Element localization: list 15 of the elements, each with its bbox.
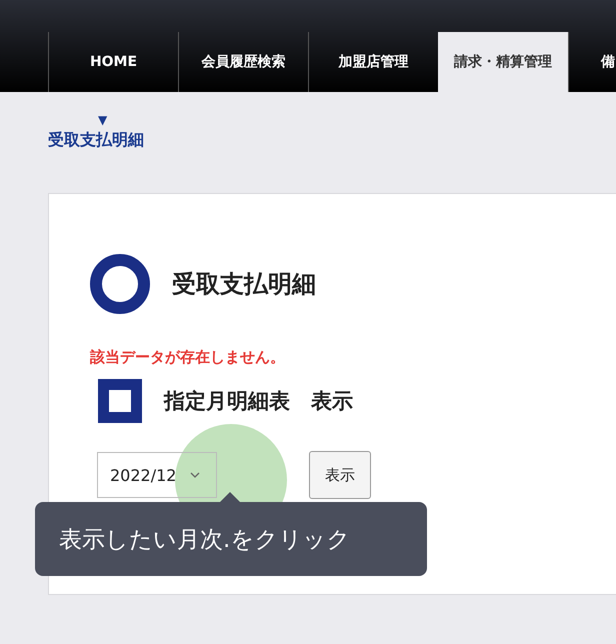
section-title: 指定月明細表 表示 [164,388,353,415]
nav-tab[interactable]: 備 [568,32,616,92]
tooltip: 表示したい月次.をクリック [35,492,427,576]
square-icon [98,379,142,423]
panel-title: 受取支払明細 [172,269,316,300]
error-message: 該当データが存在しません。 [90,348,285,367]
show-button[interactable]: 表示 [309,451,371,499]
nav-tab[interactable]: 会員履歴検索 [178,32,308,92]
month-select[interactable]: 2022/12 [97,452,217,498]
chevron-down-icon [190,472,200,478]
circle-icon [90,254,150,314]
marker-icon: ▼ [98,112,108,128]
nav-tab[interactable]: 請求・精算管理 [438,32,568,92]
nav-tab[interactable]: HOME [48,32,178,92]
breadcrumb-link[interactable]: 受取支払明細 [48,130,144,151]
